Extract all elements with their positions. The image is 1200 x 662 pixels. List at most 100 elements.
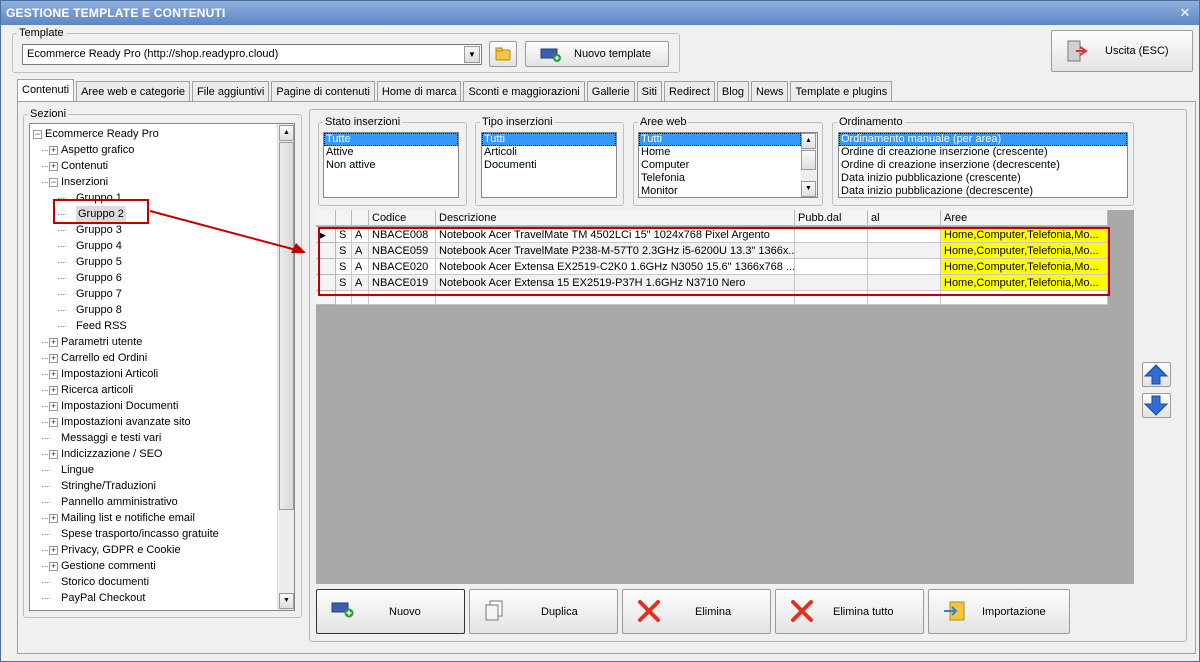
open-folder-button[interactable] bbox=[489, 41, 517, 67]
column-header-row-indicator[interactable] bbox=[316, 210, 336, 226]
tree-item[interactable]: Ecommerce Ready Pro bbox=[45, 126, 159, 142]
listbox-option[interactable]: Ordine di creazione inserzione (decresce… bbox=[839, 159, 1127, 172]
ordinamento-listbox[interactable]: Ordinamento manuale (per area) Ordine di … bbox=[838, 132, 1128, 198]
tree-item[interactable]: Gruppo 5 bbox=[76, 254, 122, 270]
exit-button[interactable]: Uscita (ESC) bbox=[1051, 30, 1193, 72]
column-header-col-s[interactable] bbox=[336, 210, 352, 226]
duplica-button[interactable]: Duplica bbox=[469, 589, 618, 634]
column-header-col-descrizione[interactable]: Descrizione bbox=[436, 210, 795, 226]
tree-item[interactable]: Aspetto grafico bbox=[61, 142, 134, 158]
move-up-button[interactable] bbox=[1142, 362, 1171, 387]
expand-icon[interactable]: + bbox=[49, 146, 58, 155]
tab-template-plugins[interactable]: Template e plugins bbox=[790, 81, 893, 101]
elimina-tutto-button[interactable]: Elimina tutto bbox=[775, 589, 924, 634]
tree-item[interactable]: Stringhe/Traduzioni bbox=[61, 478, 156, 494]
sections-tree[interactable]: − Ecommerce Ready Pro + Aspetto grafico + Con… bbox=[29, 123, 295, 611]
nuovo-button[interactable]: Nuovo bbox=[316, 589, 465, 634]
expand-icon[interactable]: + bbox=[49, 562, 58, 571]
expand-icon[interactable]: + bbox=[49, 514, 58, 523]
tree-item[interactable]: Impostazioni Documenti bbox=[61, 398, 178, 414]
scroll-thumb[interactable] bbox=[801, 150, 816, 170]
tab-redirect[interactable]: Redirect bbox=[663, 81, 715, 101]
listbox-option[interactable]: Tutti bbox=[639, 133, 801, 146]
tree-item[interactable]: Messaggi e testi vari bbox=[61, 430, 161, 446]
aree-listbox[interactable]: Tutti Home Computer Telefonia Monitor ▲ ▼ bbox=[638, 132, 818, 198]
tab-gallerie[interactable]: Gallerie bbox=[586, 81, 635, 101]
listbox-option[interactable]: Monitor bbox=[639, 185, 801, 197]
tree-item[interactable]: Gruppo 6 bbox=[76, 270, 122, 286]
tab-siti[interactable]: Siti bbox=[636, 81, 662, 101]
listbox-option[interactable]: Non attive bbox=[324, 159, 458, 172]
column-header-col-a[interactable] bbox=[352, 210, 369, 226]
tree-item[interactable]: Pannello amministrativo bbox=[61, 494, 178, 510]
scroll-up-icon[interactable]: ▲ bbox=[279, 125, 294, 141]
tree-item[interactable]: Impostazioni Articoli bbox=[61, 366, 158, 382]
tab-contenuti[interactable]: Contenuti bbox=[17, 79, 75, 101]
aree-scrollbar[interactable]: ▲ ▼ bbox=[801, 133, 817, 197]
collapse-icon[interactable]: − bbox=[33, 130, 42, 139]
tipo-listbox[interactable]: Tutti Articoli Documenti bbox=[481, 132, 617, 198]
tree-item[interactable]: Gruppo 7 bbox=[76, 286, 122, 302]
expand-icon[interactable]: + bbox=[49, 450, 58, 459]
tree-item[interactable]: Mailing list e notifiche email bbox=[61, 510, 195, 526]
tree-item[interactable]: Impostazioni avanzate sito bbox=[61, 414, 191, 430]
expand-icon[interactable]: + bbox=[49, 338, 58, 347]
tab-news[interactable]: News bbox=[750, 81, 789, 101]
tab-file-aggiuntivi[interactable]: File aggiuntivi bbox=[192, 81, 270, 101]
listbox-option[interactable]: Data inizio pubblicazione (decrescente) bbox=[839, 185, 1127, 197]
tree-scrollbar[interactable]: ▲ ▼ bbox=[277, 124, 294, 610]
tree-item[interactable]: Indicizzazione / SEO bbox=[61, 446, 163, 462]
tree-item[interactable]: Inserzioni bbox=[61, 174, 108, 190]
close-icon[interactable]: ✕ bbox=[1177, 5, 1193, 21]
template-select[interactable]: Ecommerce Ready Pro (http://shop.readypr… bbox=[22, 44, 482, 65]
tree-item[interactable]: Gestione commenti bbox=[61, 558, 156, 574]
tree-item[interactable]: PayPal Checkout bbox=[61, 590, 145, 606]
expand-icon[interactable]: + bbox=[49, 162, 58, 171]
tree-item[interactable]: Spese trasporto/incasso gratuite bbox=[61, 526, 219, 542]
expand-icon[interactable]: + bbox=[49, 546, 58, 555]
tab-sconti[interactable]: Sconti e maggiorazioni bbox=[463, 81, 585, 101]
tree-item[interactable]: Lingue bbox=[61, 462, 94, 478]
scroll-down-icon[interactable]: ▼ bbox=[279, 593, 294, 609]
listbox-option[interactable]: Tutti bbox=[482, 133, 616, 146]
column-header-col-aree[interactable]: Aree bbox=[941, 210, 1108, 226]
tree-item[interactable]: Ricerca articoli bbox=[61, 382, 133, 398]
tree-item[interactable]: Gruppo 3 bbox=[76, 222, 122, 238]
column-header-col-pubb-dal[interactable]: Pubb.dal bbox=[795, 210, 868, 226]
scroll-up-icon[interactable]: ▲ bbox=[801, 133, 816, 149]
tree-item[interactable]: Storico documenti bbox=[61, 574, 149, 590]
tree-item[interactable]: Carrello ed Ordini bbox=[61, 350, 147, 366]
tree-item[interactable]: Gruppo 8 bbox=[76, 302, 122, 318]
tree-item[interactable]: Contenuti bbox=[61, 158, 108, 174]
tree-item[interactable]: Privacy, GDPR e Cookie bbox=[61, 542, 181, 558]
scroll-thumb[interactable] bbox=[279, 142, 294, 510]
tree-item[interactable]: Feed RSS bbox=[76, 318, 127, 334]
move-down-button[interactable] bbox=[1142, 393, 1171, 418]
tab-pagine-contenuti[interactable]: Pagine di contenuti bbox=[271, 81, 375, 101]
listbox-option[interactable]: Documenti bbox=[482, 159, 616, 172]
expand-icon[interactable]: + bbox=[49, 370, 58, 379]
listbox-option[interactable]: Computer bbox=[639, 159, 801, 172]
collapse-icon[interactable]: − bbox=[49, 178, 58, 187]
listbox-option[interactable]: Ordinamento manuale (per area) bbox=[839, 133, 1127, 146]
stato-listbox[interactable]: Tutte Attive Non attive bbox=[323, 132, 459, 198]
scroll-down-icon[interactable]: ▼ bbox=[801, 181, 816, 197]
elimina-button[interactable]: Elimina bbox=[622, 589, 771, 634]
tree-item[interactable]: Parametri utente bbox=[61, 334, 142, 350]
listbox-option[interactable]: Telefonia bbox=[639, 172, 801, 185]
expand-icon[interactable]: + bbox=[49, 402, 58, 411]
listbox-option[interactable]: Home bbox=[639, 146, 801, 159]
tree-item[interactable]: Gruppo 4 bbox=[76, 238, 122, 254]
expand-icon[interactable]: + bbox=[49, 354, 58, 363]
listbox-option[interactable]: Attive bbox=[324, 146, 458, 159]
listbox-option[interactable]: Articoli bbox=[482, 146, 616, 159]
tab-aree-web[interactable]: Aree web e categorie bbox=[76, 81, 191, 101]
tab-blog[interactable]: Blog bbox=[716, 81, 749, 101]
listbox-option[interactable]: Data inizio pubblicazione (crescente) bbox=[839, 172, 1127, 185]
listbox-option[interactable]: Tutte bbox=[324, 133, 458, 146]
chevron-down-icon[interactable]: ▼ bbox=[464, 46, 480, 63]
expand-icon[interactable]: + bbox=[49, 418, 58, 427]
importazione-button[interactable]: Importazione bbox=[928, 589, 1070, 634]
tab-home-marca[interactable]: Home di marca bbox=[376, 81, 462, 101]
new-template-button[interactable]: Nuovo template bbox=[525, 41, 669, 67]
